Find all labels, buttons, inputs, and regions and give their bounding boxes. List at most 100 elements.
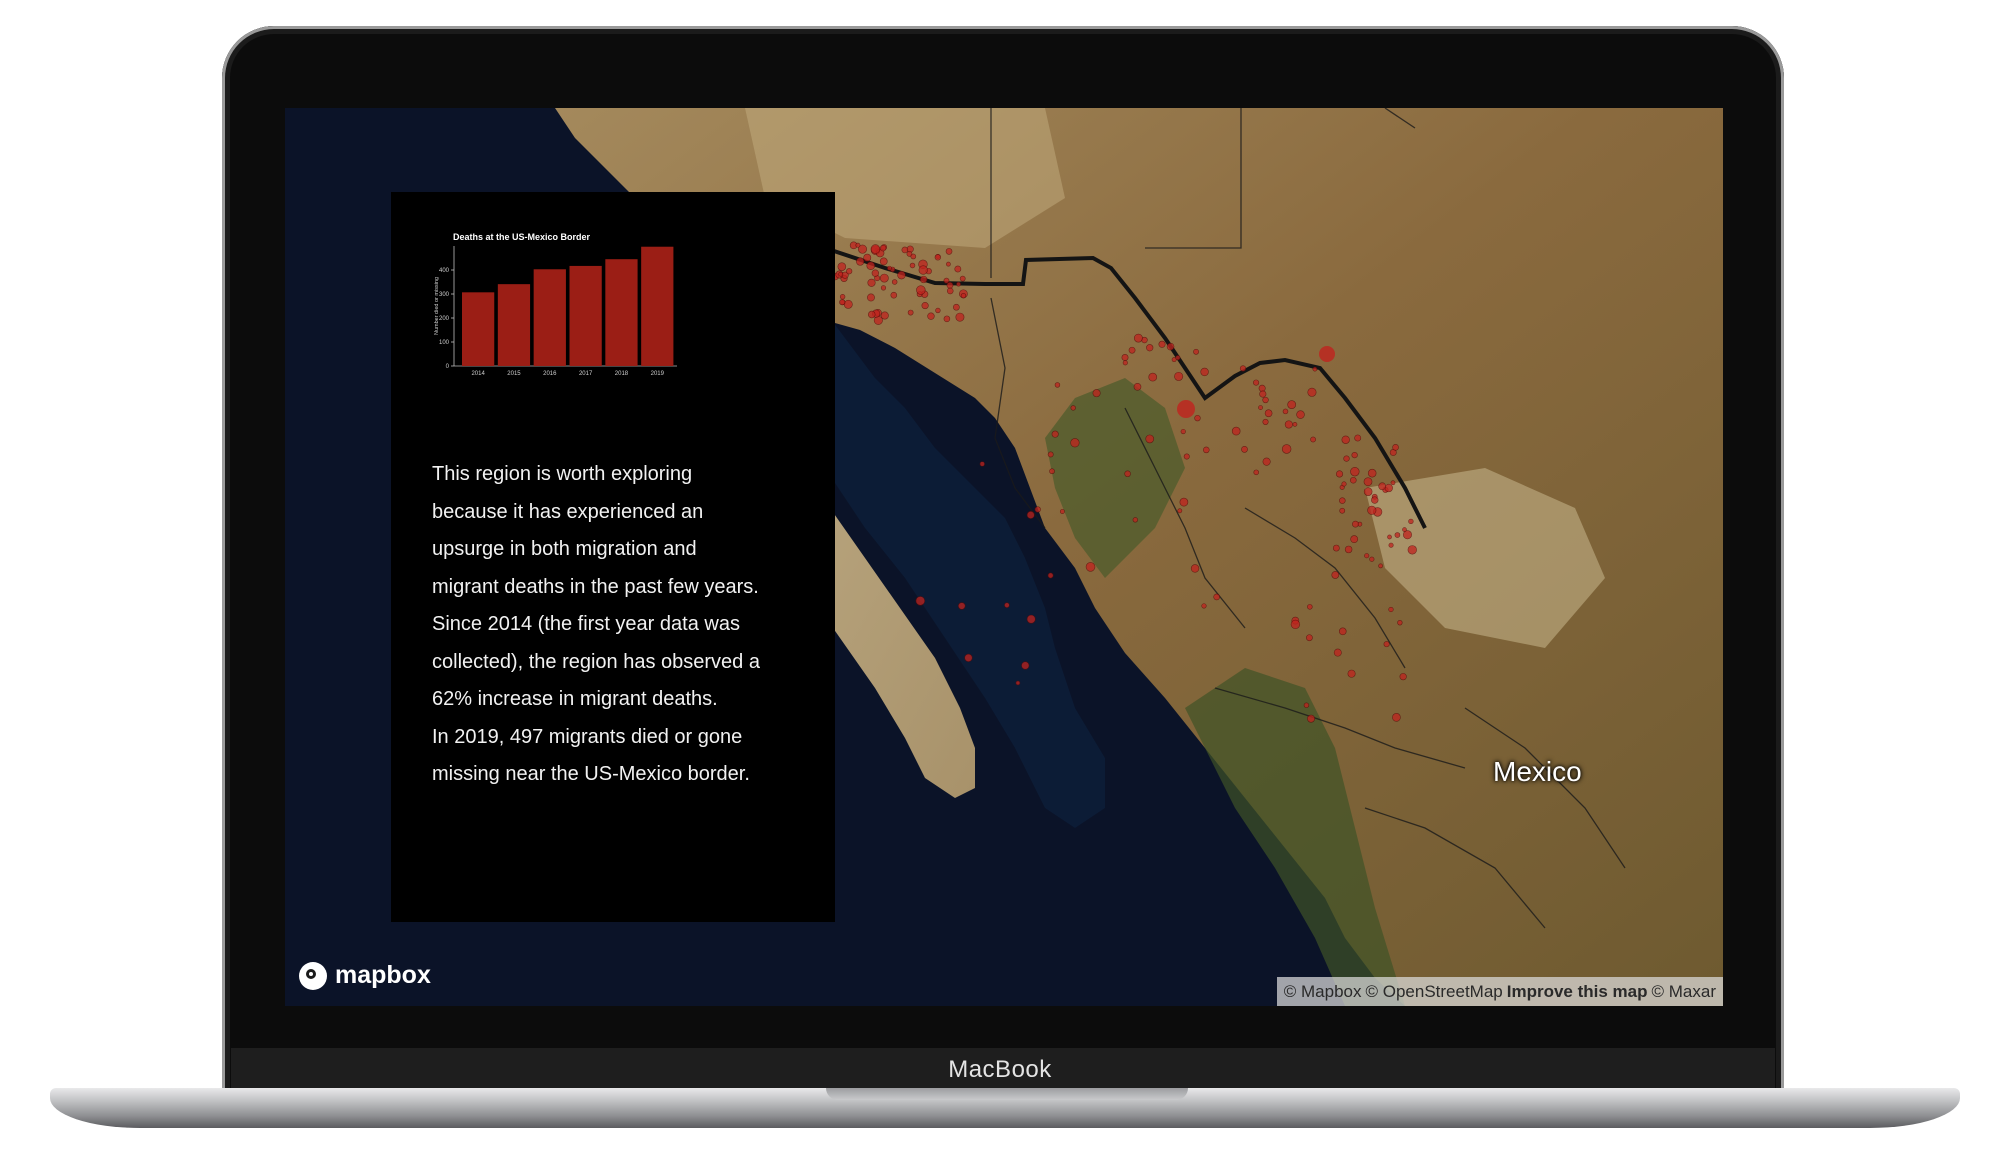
incident-marker[interactable] — [839, 294, 846, 300]
incident-marker[interactable] — [863, 253, 872, 262]
incident-marker[interactable] — [1049, 468, 1055, 475]
incident-marker[interactable] — [870, 244, 881, 254]
incident-marker[interactable] — [946, 261, 951, 267]
incident-marker[interactable] — [1350, 476, 1357, 484]
attribution-osm-link[interactable]: © OpenStreetMap — [1365, 982, 1502, 1002]
incident-marker[interactable] — [1213, 593, 1220, 601]
incident-marker[interactable] — [964, 653, 973, 662]
incident-marker[interactable] — [879, 244, 887, 252]
incident-marker[interactable] — [890, 291, 898, 299]
incident-marker[interactable] — [1367, 505, 1377, 515]
incident-marker[interactable] — [1253, 379, 1260, 386]
incident-marker[interactable] — [1332, 544, 1340, 552]
incident-marker[interactable] — [1145, 434, 1155, 444]
incident-marker-large[interactable] — [1177, 400, 1195, 418]
incident-marker[interactable] — [1241, 445, 1248, 453]
incident-marker[interactable] — [837, 262, 847, 271]
incident-marker[interactable] — [1388, 542, 1394, 548]
incident-marker[interactable] — [1336, 470, 1344, 478]
incident-marker[interactable] — [1092, 389, 1101, 398]
incident-marker[interactable] — [1180, 428, 1186, 435]
incident-marker[interactable] — [1121, 354, 1129, 361]
incident-marker[interactable] — [1146, 344, 1154, 352]
incident-marker[interactable] — [1394, 532, 1401, 538]
incident-marker[interactable] — [1350, 535, 1359, 544]
incident-marker[interactable] — [1239, 365, 1247, 372]
incident-marker[interactable] — [934, 254, 941, 261]
incident-marker[interactable] — [1026, 614, 1036, 624]
incident-marker[interactable] — [1264, 409, 1273, 418]
incident-marker[interactable] — [867, 278, 876, 287]
incident-marker[interactable] — [1350, 466, 1360, 477]
incident-marker[interactable] — [1132, 517, 1138, 523]
incident-marker[interactable] — [909, 262, 916, 269]
incident-marker[interactable] — [838, 271, 844, 277]
incident-marker[interactable] — [1303, 702, 1310, 708]
incident-marker[interactable] — [1179, 497, 1189, 507]
incident-marker[interactable] — [1262, 418, 1269, 425]
incident-marker[interactable] — [1200, 367, 1209, 377]
incident-marker-large[interactable] — [1319, 346, 1335, 362]
incident-marker[interactable] — [1378, 482, 1387, 491]
incident-marker[interactable] — [1193, 348, 1199, 355]
incident-marker[interactable] — [1364, 553, 1370, 559]
incident-marker[interactable] — [1369, 556, 1375, 562]
incident-marker[interactable] — [856, 257, 865, 266]
incident-marker[interactable] — [1383, 641, 1390, 648]
incident-marker[interactable] — [1253, 469, 1259, 476]
incident-marker[interactable] — [1341, 435, 1350, 444]
incident-marker[interactable] — [891, 279, 898, 285]
incident-marker[interactable] — [871, 269, 879, 277]
incident-marker[interactable] — [1085, 562, 1096, 572]
improve-map-link[interactable]: Improve this map — [1507, 982, 1648, 1002]
incident-marker[interactable] — [1399, 673, 1407, 681]
incident-marker[interactable] — [1392, 444, 1399, 451]
incident-marker[interactable] — [1148, 372, 1158, 382]
incident-marker[interactable] — [1059, 509, 1065, 514]
incident-marker[interactable] — [1190, 564, 1200, 573]
incident-marker[interactable] — [1183, 453, 1190, 460]
incident-marker[interactable] — [945, 248, 953, 255]
incident-marker[interactable] — [1363, 487, 1373, 496]
incident-marker[interactable] — [879, 273, 889, 283]
attribution-maxar-link[interactable]: © Maxar — [1652, 982, 1716, 1002]
incident-marker[interactable] — [1408, 518, 1414, 525]
incident-marker[interactable] — [919, 275, 928, 284]
incident-marker[interactable] — [1034, 506, 1041, 513]
incident-marker[interactable] — [946, 287, 954, 295]
incident-marker[interactable] — [1047, 451, 1054, 458]
incident-marker[interactable] — [1344, 545, 1353, 554]
incident-marker[interactable] — [1194, 414, 1201, 422]
incident-marker[interactable] — [955, 312, 965, 322]
incident-marker[interactable] — [1341, 481, 1347, 487]
incident-marker[interactable] — [1015, 680, 1021, 686]
incident-marker[interactable] — [946, 281, 954, 289]
incident-marker[interactable] — [839, 299, 846, 306]
incident-marker[interactable] — [1333, 648, 1342, 657]
incident-marker[interactable] — [1122, 360, 1128, 366]
incident-marker[interactable] — [1352, 520, 1359, 528]
incident-marker[interactable] — [880, 285, 887, 291]
incident-marker[interactable] — [1290, 619, 1301, 630]
incident-marker[interactable] — [1166, 342, 1175, 351]
incident-marker[interactable] — [921, 302, 929, 310]
incident-marker[interactable] — [916, 285, 926, 295]
incident-marker[interactable] — [1133, 333, 1143, 343]
incident-marker[interactable] — [1402, 527, 1407, 532]
incident-marker[interactable] — [866, 261, 875, 271]
incident-marker[interactable] — [1262, 396, 1269, 404]
map-viewport[interactable]: Mexico Deaths at the US-Mexico Border Nu… — [285, 108, 1723, 1006]
incident-marker[interactable] — [927, 312, 935, 320]
incident-marker[interactable] — [953, 303, 960, 311]
incident-marker[interactable] — [1128, 346, 1136, 354]
incident-marker[interactable] — [868, 310, 876, 319]
incident-marker[interactable] — [1363, 477, 1373, 487]
incident-marker[interactable] — [1343, 455, 1350, 462]
incident-marker[interactable] — [1354, 434, 1362, 442]
incident-marker[interactable] — [1378, 563, 1383, 569]
incident-marker[interactable] — [1292, 422, 1298, 427]
incident-marker[interactable] — [901, 246, 909, 254]
incident-marker[interactable] — [1347, 669, 1356, 678]
incident-marker[interactable] — [1054, 382, 1061, 388]
incident-marker[interactable] — [1392, 713, 1401, 722]
